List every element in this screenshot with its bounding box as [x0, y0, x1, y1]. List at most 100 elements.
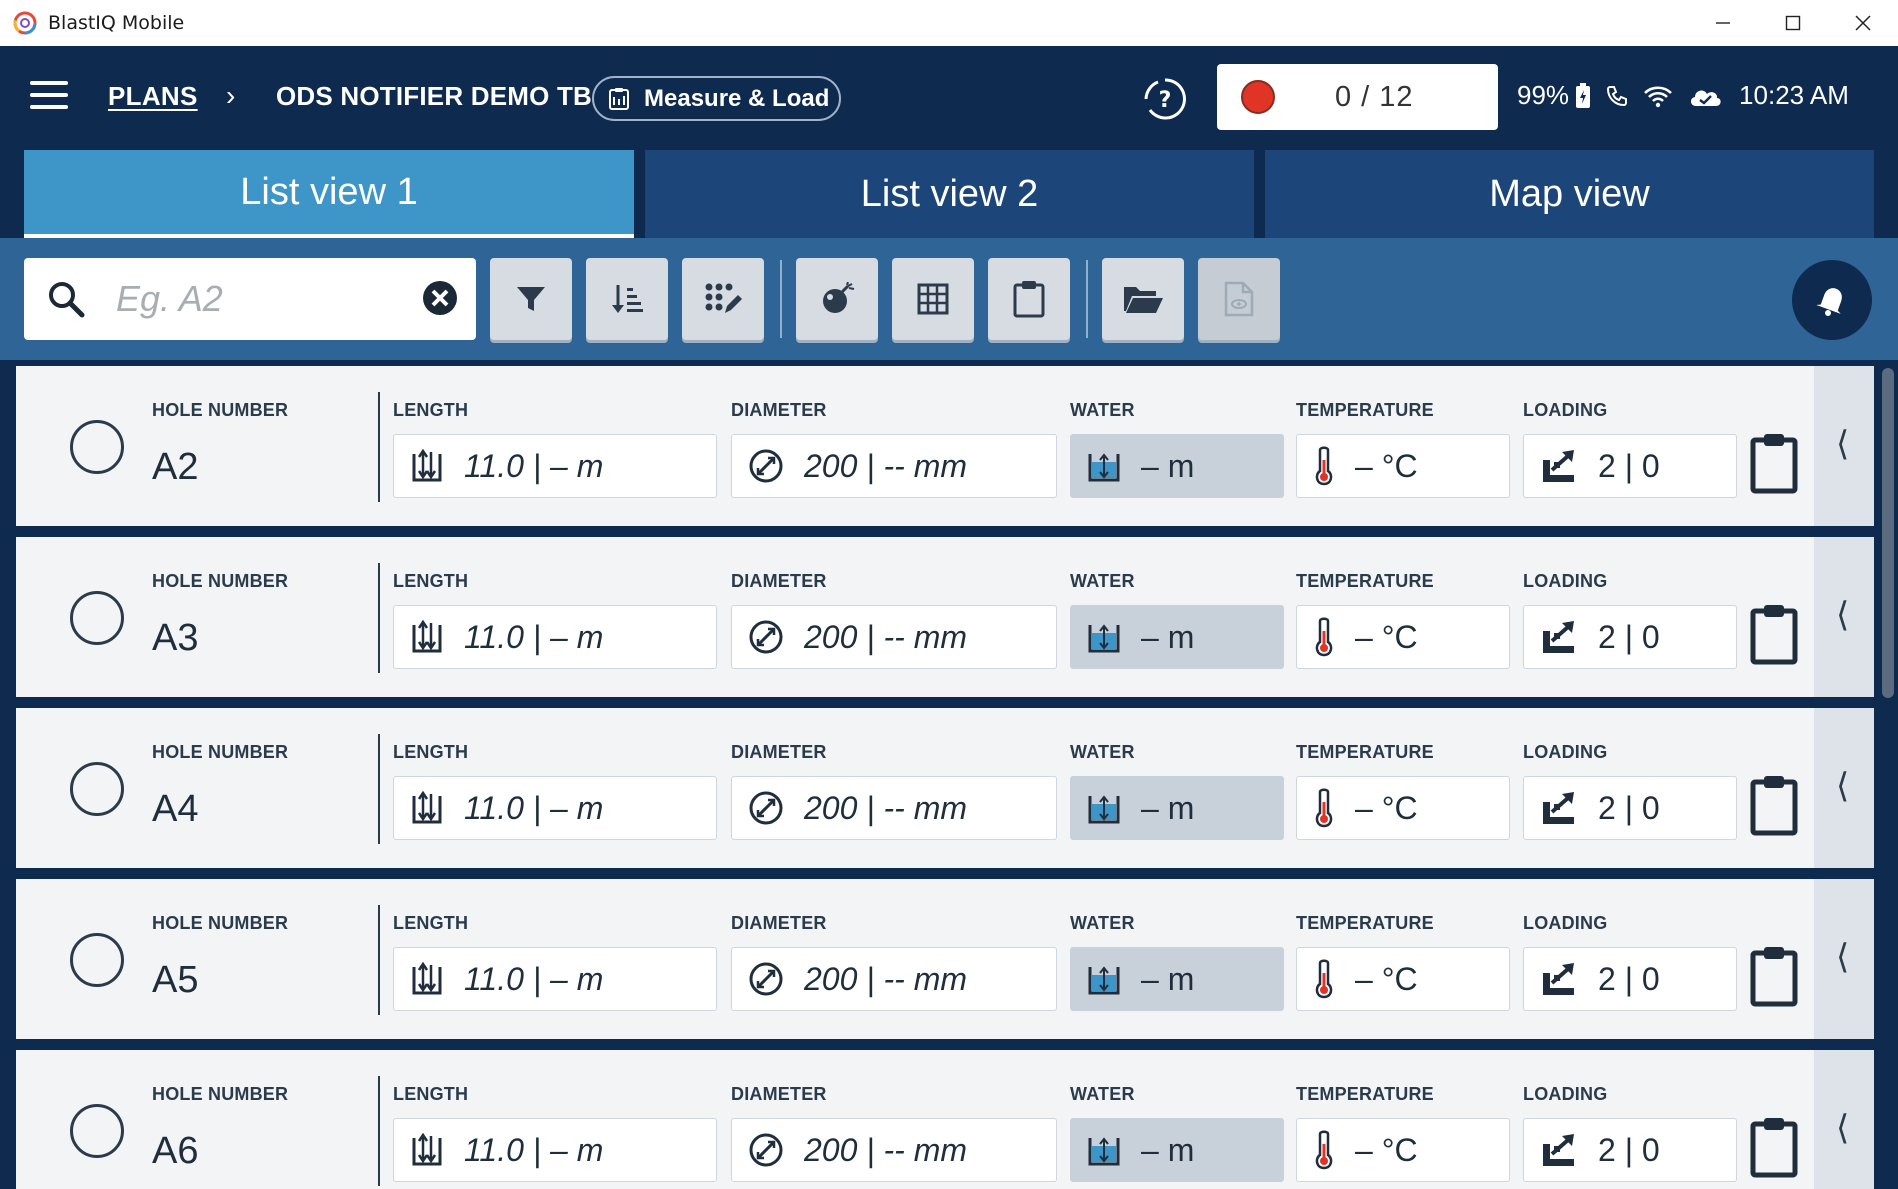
- select-radio[interactable]: [70, 762, 124, 816]
- length-label: LENGTH: [393, 742, 469, 762]
- row-divider: [378, 905, 380, 1015]
- explosive-icon: [823, 282, 855, 313]
- select-radio[interactable]: [70, 420, 124, 474]
- grid-icon: [917, 283, 949, 315]
- water-label: WATER: [1070, 742, 1135, 762]
- progress-indicator[interactable]: 0 / 12: [1217, 64, 1498, 130]
- clear-search-icon[interactable]: [422, 280, 458, 316]
- hole-list: HOLE NUMBER A2 LENGTH 11.0 | – m DIAMETE…: [0, 360, 1898, 1189]
- filter-icon: [517, 287, 545, 311]
- loading-field[interactable]: 2 | 0: [1523, 1118, 1737, 1182]
- row-expand-tab[interactable]: ⟨: [1814, 708, 1874, 868]
- loading-field[interactable]: 2 | 0: [1523, 605, 1737, 669]
- breadcrumb-plans-link[interactable]: PLANS: [108, 81, 198, 112]
- water-label: WATER: [1070, 913, 1135, 933]
- scrollbar-thumb[interactable]: [1882, 368, 1894, 698]
- select-radio[interactable]: [70, 933, 124, 987]
- water-field[interactable]: – m: [1070, 1118, 1284, 1182]
- diameter-field[interactable]: 200 | -- mm: [731, 947, 1057, 1011]
- close-button[interactable]: [1828, 0, 1898, 46]
- maximize-icon: [1785, 15, 1801, 31]
- open-folder-button[interactable]: [1102, 258, 1184, 340]
- diameter-label: DIAMETER: [731, 742, 827, 762]
- loading-field[interactable]: 2 | 0: [1523, 776, 1737, 840]
- row-expand-tab[interactable]: ⟨: [1814, 1050, 1874, 1189]
- mode-badge[interactable]: Measure & Load: [592, 76, 841, 121]
- select-radio[interactable]: [70, 1104, 124, 1158]
- diameter-field[interactable]: 200 | -- mm: [731, 1118, 1057, 1182]
- hole-row[interactable]: HOLE NUMBER A6 LENGTH 11.0 | – m DIAMETE…: [16, 1050, 1874, 1189]
- diameter-field[interactable]: 200 | -- mm: [731, 776, 1057, 840]
- notifications-button[interactable]: [1792, 260, 1872, 340]
- hole-number-label: HOLE NUMBER: [152, 571, 289, 591]
- search-input[interactable]: [116, 270, 426, 328]
- tab-map-view[interactable]: Map view: [1265, 150, 1874, 238]
- help-icon[interactable]: ?: [1142, 76, 1188, 122]
- clipboard-icon[interactable]: [1750, 1116, 1798, 1178]
- tab-list-view-2[interactable]: List view 2: [645, 150, 1254, 238]
- length-label: LENGTH: [393, 571, 469, 591]
- clipboard-icon[interactable]: [1750, 945, 1798, 1007]
- hole-row[interactable]: HOLE NUMBER A5 LENGTH 11.0 | – m DIAMETE…: [16, 879, 1874, 1039]
- clipboard-icon[interactable]: [1750, 774, 1798, 836]
- scrollbar[interactable]: [1878, 360, 1898, 1189]
- chevron-left-icon: ⟨: [1836, 938, 1850, 976]
- water-value: – m: [1141, 789, 1195, 826]
- temperature-field[interactable]: – °C: [1296, 605, 1510, 669]
- loading-label: LOADING: [1523, 742, 1608, 762]
- row-expand-tab[interactable]: ⟨: [1814, 537, 1874, 697]
- diameter-field[interactable]: 200 | -- mm: [731, 434, 1057, 498]
- hole-row[interactable]: HOLE NUMBER A4 LENGTH 11.0 | – m DIAMETE…: [16, 708, 1874, 868]
- length-value: 11.0 | – m: [464, 960, 604, 997]
- loading-field[interactable]: 2 | 0: [1523, 434, 1737, 498]
- bulk-edit-button[interactable]: [682, 258, 764, 340]
- grid-button[interactable]: [892, 258, 974, 340]
- temperature-field[interactable]: – °C: [1296, 947, 1510, 1011]
- length-field[interactable]: 11.0 | – m: [393, 605, 717, 669]
- temperature-field[interactable]: – °C: [1296, 776, 1510, 840]
- loading-field[interactable]: 2 | 0: [1523, 947, 1737, 1011]
- row-expand-tab[interactable]: ⟨: [1814, 366, 1874, 526]
- document-view-button[interactable]: [1198, 258, 1280, 340]
- water-field[interactable]: – m: [1070, 605, 1284, 669]
- length-field[interactable]: 11.0 | – m: [393, 947, 717, 1011]
- diameter-label: DIAMETER: [731, 400, 827, 420]
- length-field[interactable]: 11.0 | – m: [393, 776, 717, 840]
- temperature-field[interactable]: – °C: [1296, 434, 1510, 498]
- clipboard-icon[interactable]: [1750, 603, 1798, 665]
- hole-row[interactable]: HOLE NUMBER A2 LENGTH 11.0 | – m DIAMETE…: [16, 366, 1874, 526]
- length-icon: [412, 961, 442, 995]
- diameter-field[interactable]: 200 | -- mm: [731, 605, 1057, 669]
- row-divider: [378, 1076, 380, 1186]
- minimize-button[interactable]: [1688, 0, 1758, 46]
- filter-button[interactable]: [490, 258, 572, 340]
- battery-percent: 99%: [1517, 80, 1570, 110]
- diameter-value: 200 | -- mm: [804, 1131, 967, 1168]
- length-icon: [412, 448, 442, 482]
- loading-value: 2 | 0: [1598, 1131, 1660, 1168]
- hole-number-label: HOLE NUMBER: [152, 742, 289, 762]
- length-field[interactable]: 11.0 | – m: [393, 1118, 717, 1182]
- svg-text:?: ?: [1159, 88, 1172, 113]
- water-label: WATER: [1070, 571, 1135, 591]
- hole-number: A6: [152, 1130, 199, 1172]
- maximize-button[interactable]: [1758, 0, 1828, 46]
- water-field[interactable]: – m: [1070, 776, 1284, 840]
- clipboard-button[interactable]: [988, 258, 1070, 340]
- select-radio[interactable]: [70, 591, 124, 645]
- temperature-field[interactable]: – °C: [1296, 1118, 1510, 1182]
- explosive-button[interactable]: [796, 258, 878, 340]
- length-field[interactable]: 11.0 | – m: [393, 434, 717, 498]
- water-field[interactable]: – m: [1070, 947, 1284, 1011]
- loading-icon: [1543, 450, 1574, 482]
- diameter-label: DIAMETER: [731, 913, 827, 933]
- water-field[interactable]: – m: [1070, 434, 1284, 498]
- clipboard-icon[interactable]: [1750, 432, 1798, 494]
- row-expand-tab[interactable]: ⟨: [1814, 879, 1874, 1039]
- hole-row[interactable]: HOLE NUMBER A3 LENGTH 11.0 | – m DIAMETE…: [16, 537, 1874, 697]
- length-value: 11.0 | – m: [464, 789, 604, 826]
- menu-icon[interactable]: [30, 81, 68, 109]
- minimize-icon: [1716, 22, 1730, 24]
- sort-button[interactable]: [586, 258, 668, 340]
- tab-list-view-1[interactable]: List view 1: [24, 150, 634, 238]
